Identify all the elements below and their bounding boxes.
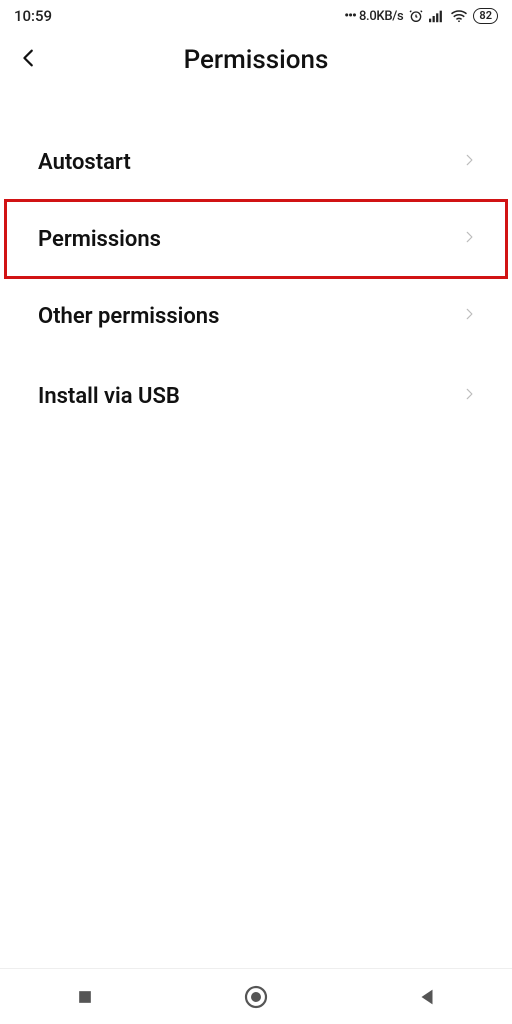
list-item-label: Install via USB (38, 384, 180, 409)
chevron-right-icon (462, 149, 476, 175)
list-item-install-via-usb[interactable]: Install via USB (0, 356, 512, 436)
chevron-right-icon (462, 303, 476, 329)
battery-level: 82 (473, 8, 498, 24)
network-speed: 8.0KB/s (359, 9, 403, 24)
navigation-bar (0, 968, 512, 1024)
status-icons: ••• 8.0KB/s 82 (344, 8, 498, 24)
battery-icon: 82 (473, 8, 498, 24)
list-item-other-permissions[interactable]: Other permissions (0, 276, 512, 356)
nav-recent-button[interactable] (25, 987, 145, 1007)
chevron-right-icon (462, 383, 476, 409)
list-item-label: Other permissions (38, 304, 219, 329)
chevron-right-icon (462, 226, 476, 252)
status-bar: 10:59 ••• 8.0KB/s (0, 0, 512, 32)
back-button[interactable] (18, 47, 40, 73)
alarm-icon (408, 8, 424, 24)
list-item-permissions[interactable]: Permissions (4, 199, 508, 279)
settings-list: Autostart Permissions Other permissions … (0, 88, 512, 436)
page-header: Permissions (0, 32, 512, 88)
list-item-autostart[interactable]: Autostart (0, 122, 512, 202)
list-item-label: Permissions (38, 227, 161, 252)
wifi-icon (450, 9, 468, 23)
list-item-label: Autostart (38, 150, 131, 175)
signal-icon (429, 9, 445, 23)
page-title: Permissions (0, 45, 512, 75)
nav-back-button[interactable] (367, 986, 487, 1008)
status-time: 10:59 (14, 7, 52, 25)
status-time-wrap: 10:59 (14, 7, 52, 25)
more-dots-icon: ••• (344, 8, 356, 24)
nav-home-button[interactable] (196, 984, 316, 1010)
